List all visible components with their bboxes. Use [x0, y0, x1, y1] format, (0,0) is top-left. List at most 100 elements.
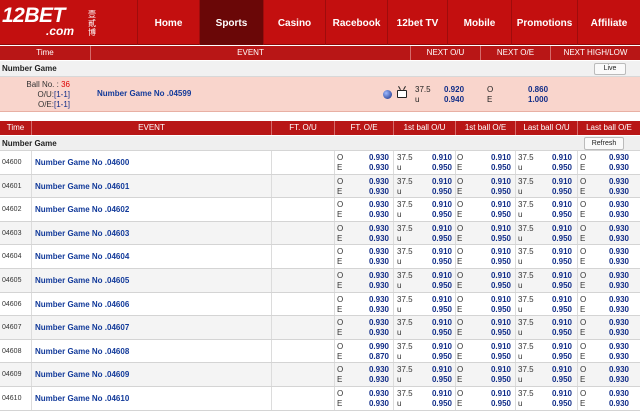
- last-even-odds[interactable]: 0.930: [595, 305, 629, 315]
- live-odd-odds[interactable]: 0.860: [528, 85, 548, 95]
- last-even-odds[interactable]: 0.930: [595, 375, 629, 385]
- first-over-odds[interactable]: 0.910: [418, 177, 452, 187]
- first-even-odds[interactable]: 0.950: [477, 375, 511, 385]
- first-even-odds[interactable]: 0.950: [477, 257, 511, 267]
- row-event-link[interactable]: Number Game No .04608: [31, 339, 271, 363]
- live-under-odds[interactable]: 0.940: [444, 95, 464, 105]
- first-even-odds[interactable]: 0.950: [477, 281, 511, 291]
- first-under-odds[interactable]: 0.950: [418, 399, 452, 409]
- first-even-odds[interactable]: 0.950: [477, 210, 511, 220]
- first-over-odds[interactable]: 0.910: [418, 200, 452, 210]
- live-game-link[interactable]: Number Game No .04599: [97, 89, 191, 98]
- first-under-odds[interactable]: 0.950: [418, 163, 452, 173]
- last-even-odds[interactable]: 0.930: [595, 352, 629, 362]
- first-under-odds[interactable]: 0.950: [418, 281, 452, 291]
- first-under-odds[interactable]: 0.950: [418, 210, 452, 220]
- last-odd-odds[interactable]: 0.930: [595, 224, 629, 234]
- ft-odd-odds[interactable]: 0.930: [355, 318, 389, 328]
- first-odd-odds[interactable]: 0.910: [477, 200, 511, 210]
- first-over-odds[interactable]: 0.910: [418, 342, 452, 352]
- last-even-odds[interactable]: 0.930: [595, 257, 629, 267]
- last-over-odds[interactable]: 0.910: [538, 224, 572, 234]
- ft-even-odds[interactable]: 0.930: [355, 305, 389, 315]
- ft-odd-odds[interactable]: 0.930: [355, 389, 389, 399]
- last-over-odds[interactable]: 0.910: [538, 295, 572, 305]
- ft-even-odds[interactable]: 0.930: [355, 281, 389, 291]
- last-over-odds[interactable]: 0.910: [538, 365, 572, 375]
- row-event-link[interactable]: Number Game No .04610: [31, 386, 271, 410]
- first-over-odds[interactable]: 0.910: [418, 295, 452, 305]
- first-over-odds[interactable]: 0.910: [418, 389, 452, 399]
- first-odd-odds[interactable]: 0.910: [477, 271, 511, 281]
- first-even-odds[interactable]: 0.950: [477, 328, 511, 338]
- ft-even-odds[interactable]: 0.930: [355, 328, 389, 338]
- last-under-odds[interactable]: 0.950: [538, 399, 572, 409]
- first-under-odds[interactable]: 0.950: [418, 328, 452, 338]
- row-event-link[interactable]: Number Game No .04600: [31, 151, 271, 174]
- last-over-odds[interactable]: 0.910: [538, 153, 572, 163]
- last-odd-odds[interactable]: 0.930: [595, 271, 629, 281]
- last-odd-odds[interactable]: 0.930: [595, 318, 629, 328]
- first-odd-odds[interactable]: 0.910: [477, 153, 511, 163]
- last-even-odds[interactable]: 0.930: [595, 234, 629, 244]
- ft-even-odds[interactable]: 0.930: [355, 210, 389, 220]
- last-odd-odds[interactable]: 0.930: [595, 389, 629, 399]
- last-over-odds[interactable]: 0.910: [538, 247, 572, 257]
- last-under-odds[interactable]: 0.950: [538, 163, 572, 173]
- nav-casino[interactable]: Casino: [263, 0, 325, 45]
- ft-even-odds[interactable]: 0.930: [355, 375, 389, 385]
- last-odd-odds[interactable]: 0.930: [595, 200, 629, 210]
- ft-odd-odds[interactable]: 0.990: [355, 342, 389, 352]
- last-under-odds[interactable]: 0.950: [538, 305, 572, 315]
- first-under-odds[interactable]: 0.950: [418, 257, 452, 267]
- nav-sports[interactable]: Sports: [199, 0, 263, 45]
- nav-home[interactable]: Home: [137, 0, 199, 45]
- ft-odd-odds[interactable]: 0.930: [355, 365, 389, 375]
- first-odd-odds[interactable]: 0.910: [477, 318, 511, 328]
- last-under-odds[interactable]: 0.950: [538, 257, 572, 267]
- first-under-odds[interactable]: 0.950: [418, 187, 452, 197]
- nav-promotions[interactable]: Promotions: [511, 0, 577, 45]
- first-over-odds[interactable]: 0.910: [418, 247, 452, 257]
- ft-odd-odds[interactable]: 0.930: [355, 224, 389, 234]
- last-under-odds[interactable]: 0.950: [538, 352, 572, 362]
- ft-odd-odds[interactable]: 0.930: [355, 295, 389, 305]
- last-under-odds[interactable]: 0.950: [538, 187, 572, 197]
- last-under-odds[interactable]: 0.950: [538, 210, 572, 220]
- first-even-odds[interactable]: 0.950: [477, 163, 511, 173]
- ft-odd-odds[interactable]: 0.930: [355, 200, 389, 210]
- row-event-link[interactable]: Number Game No .04606: [31, 292, 271, 316]
- last-under-odds[interactable]: 0.950: [538, 234, 572, 244]
- nav-mobile[interactable]: Mobile: [447, 0, 511, 45]
- last-over-odds[interactable]: 0.910: [538, 342, 572, 352]
- last-under-odds[interactable]: 0.950: [538, 328, 572, 338]
- last-even-odds[interactable]: 0.930: [595, 328, 629, 338]
- last-even-odds[interactable]: 0.930: [595, 399, 629, 409]
- first-odd-odds[interactable]: 0.910: [477, 365, 511, 375]
- row-event-link[interactable]: Number Game No .04607: [31, 316, 271, 339]
- last-over-odds[interactable]: 0.910: [538, 200, 572, 210]
- nav-affiliate[interactable]: Affiliate: [577, 0, 640, 45]
- last-odd-odds[interactable]: 0.930: [595, 295, 629, 305]
- first-under-odds[interactable]: 0.950: [418, 234, 452, 244]
- live-over-odds[interactable]: 0.920: [444, 85, 464, 95]
- last-odd-odds[interactable]: 0.930: [595, 365, 629, 375]
- last-even-odds[interactable]: 0.930: [595, 163, 629, 173]
- ft-even-odds[interactable]: 0.870: [355, 352, 389, 362]
- ft-even-odds[interactable]: 0.930: [355, 399, 389, 409]
- first-under-odds[interactable]: 0.950: [418, 352, 452, 362]
- first-odd-odds[interactable]: 0.910: [477, 247, 511, 257]
- ft-odd-odds[interactable]: 0.930: [355, 247, 389, 257]
- first-odd-odds[interactable]: 0.910: [477, 389, 511, 399]
- row-event-link[interactable]: Number Game No .04601: [31, 174, 271, 198]
- last-even-odds[interactable]: 0.930: [595, 210, 629, 220]
- ft-odd-odds[interactable]: 0.930: [355, 271, 389, 281]
- row-event-link[interactable]: Number Game No .04605: [31, 268, 271, 292]
- nav-12bet-tv[interactable]: 12bet TV: [387, 0, 447, 45]
- row-event-link[interactable]: Number Game No .04602: [31, 198, 271, 221]
- last-odd-odds[interactable]: 0.930: [595, 153, 629, 163]
- ft-even-odds[interactable]: 0.930: [355, 257, 389, 267]
- first-over-odds[interactable]: 0.910: [418, 271, 452, 281]
- first-over-odds[interactable]: 0.910: [418, 153, 452, 163]
- last-over-odds[interactable]: 0.910: [538, 318, 572, 328]
